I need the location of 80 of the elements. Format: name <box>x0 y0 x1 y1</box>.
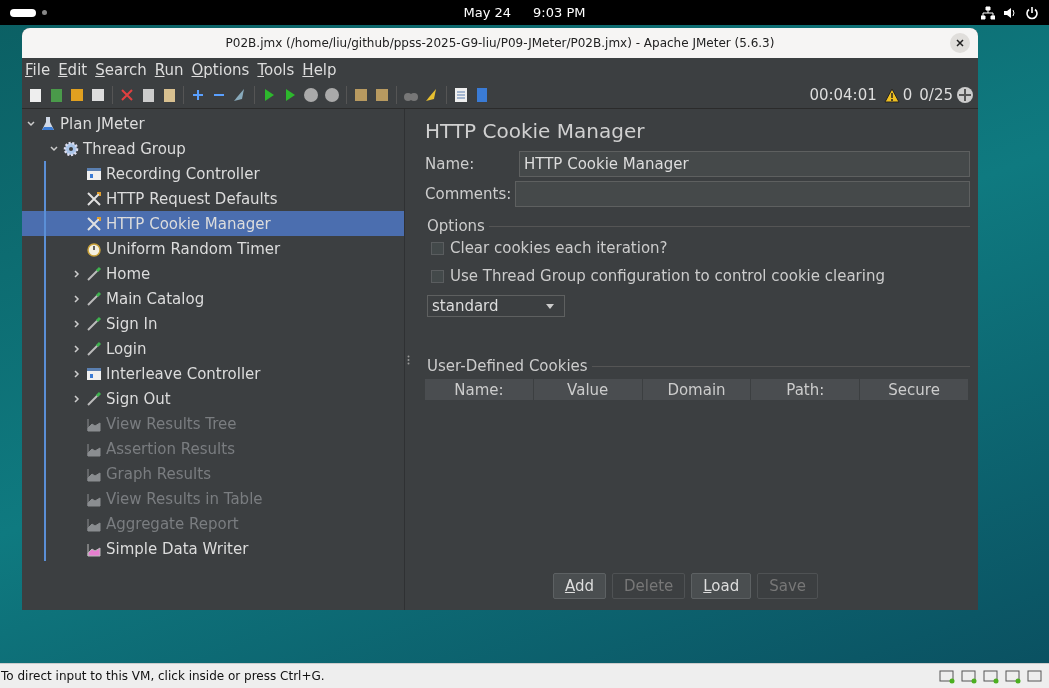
action-button[interactable]: Load <box>691 573 752 599</box>
tree-item[interactable]: Sign In <box>22 311 404 336</box>
action-button[interactable]: Add <box>552 573 606 599</box>
date-text: May 24 <box>463 5 512 20</box>
tree-item[interactable]: Plan JMeter <box>22 111 404 136</box>
tree-item[interactable]: Thread Group <box>22 136 404 161</box>
window-title: P02B.jmx (/home/liu/github/ppss-2025-G9-liu/P09-JMeter/P02B.jmx) - Apache JMeter (5.6.3) <box>225 36 775 50</box>
tree-item[interactable]: Sign Out <box>22 386 404 411</box>
window-icon <box>86 165 102 182</box>
comments-field[interactable] <box>515 181 970 207</box>
shutdown-icon[interactable] <box>323 86 341 104</box>
tree-item[interactable]: HTTP Request Defaults <box>22 186 404 211</box>
field-label: Name: <box>425 155 476 173</box>
menu-item[interactable]: File <box>25 61 51 79</box>
column-header: Path: <box>751 379 860 400</box>
name-field[interactable]: HTTP Cookie Manager <box>519 151 970 177</box>
checkbox[interactable] <box>431 241 444 255</box>
gear-icon <box>63 140 79 157</box>
caret-icon <box>546 303 554 309</box>
pipette-icon <box>86 390 102 407</box>
close-icon <box>956 39 964 47</box>
close-button[interactable] <box>950 33 970 53</box>
column-header: Domain <box>642 379 751 400</box>
stop-icon[interactable] <box>302 86 320 104</box>
tree-item[interactable]: Simple Data Writer <box>22 536 404 561</box>
volume-icon[interactable] <box>1003 5 1017 20</box>
tree-item[interactable]: Uniform Random Timer <box>22 236 404 261</box>
tools-icon <box>86 215 102 232</box>
time-text: 9:03 PM <box>533 5 586 20</box>
chevron-right-icon[interactable] <box>72 293 82 304</box>
pipette-icon <box>86 265 102 282</box>
menu-item[interactable]: Run <box>154 61 184 79</box>
tree-item[interactable]: Recording Controller <box>22 161 404 186</box>
chevron-right-icon[interactable] <box>72 318 82 329</box>
panel-title: HTTP Cookie Manager <box>425 119 646 143</box>
field-label: Comments: <box>425 185 513 203</box>
window-icon <box>86 365 102 382</box>
section-title: User-Defined Cookies <box>427 357 588 375</box>
tree-item[interactable]: Home <box>22 261 404 286</box>
chevron-down-icon[interactable] <box>26 118 36 129</box>
section-title: Options <box>427 217 485 235</box>
tools-icon <box>86 190 102 207</box>
policy-dropdown[interactable]: standard <box>427 295 565 317</box>
tree-item[interactable]: Main Catalog <box>22 286 404 311</box>
chevron-down-icon[interactable] <box>49 143 59 154</box>
tree-item[interactable]: HTTP Cookie Manager <box>22 211 404 236</box>
chevron-right-icon[interactable] <box>72 343 82 354</box>
menu-item[interactable]: Help <box>302 61 337 79</box>
function-list-icon[interactable] <box>452 86 470 104</box>
status-message: To direct input to this VM, click inside or press Ctrl+G. <box>1 669 325 683</box>
pipette-icon <box>86 340 102 357</box>
chevron-right-icon[interactable] <box>72 368 82 379</box>
flask-icon <box>40 115 56 132</box>
warning-icon[interactable] <box>883 87 900 103</box>
remote-status-icon[interactable] <box>956 86 974 104</box>
tree-item[interactable]: Interleave Controller <box>22 361 404 386</box>
menu-item[interactable]: Options <box>191 61 250 79</box>
tree-item[interactable]: Login <box>22 336 404 361</box>
checkbox-label: Use Thread Group configuration to control cookie clearing <box>450 267 885 285</box>
pipette-icon <box>86 290 102 307</box>
warning-count: 0 <box>902 86 913 104</box>
menu-item[interactable]: Edit <box>58 61 88 79</box>
chevron-right-icon[interactable] <box>72 393 82 404</box>
column-header: Secure <box>860 379 968 400</box>
thread-count: 0/25 <box>919 86 953 104</box>
workspace-dot-icon <box>42 10 47 15</box>
column-header: Value <box>533 379 642 400</box>
activities-icon[interactable] <box>10 8 36 17</box>
network-icon[interactable] <box>981 5 995 20</box>
column-header: Name: <box>425 379 533 400</box>
elapsed-time: 00:04:01 <box>809 86 877 104</box>
chevron-right-icon[interactable] <box>72 268 82 279</box>
power-icon[interactable] <box>1025 5 1039 20</box>
checkbox-label: Clear cookies each iteration? <box>450 239 668 257</box>
stopwatch-icon <box>86 240 102 257</box>
split-handle-icon[interactable] <box>406 354 410 365</box>
pipette-icon <box>86 315 102 332</box>
menu-item[interactable]: Search <box>95 61 147 79</box>
menu-item[interactable]: Tools <box>257 61 295 79</box>
checkbox[interactable] <box>431 269 444 283</box>
